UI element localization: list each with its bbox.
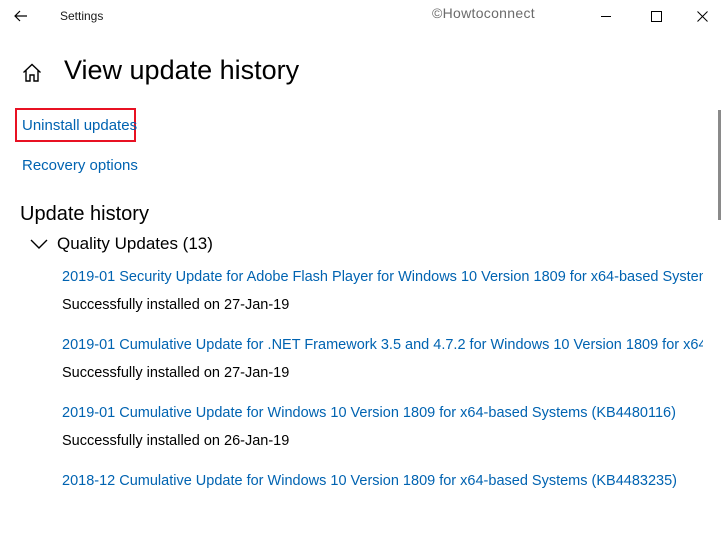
- list-item: 2019-01 Cumulative Update for .NET Frame…: [62, 335, 703, 403]
- update-status: Successfully installed on 26-Jan-19: [62, 433, 290, 449]
- list-item: 2019-01 Cumulative Update for Windows 10…: [62, 403, 703, 471]
- watermark: ©Howtoconnect: [432, 5, 535, 21]
- group-title: Quality Updates (13): [57, 234, 213, 253]
- update-status: Successfully installed on 27-Jan-19: [62, 297, 290, 313]
- chevron-down-icon: [30, 239, 48, 249]
- home-icon[interactable]: [20, 61, 44, 85]
- update-link[interactable]: 2018-12 Cumulative Update for Windows 10…: [62, 471, 703, 491]
- uninstall-updates-link[interactable]: Uninstall updates: [22, 117, 137, 134]
- section-title: Update history: [20, 203, 149, 225]
- maximize-button[interactable]: [633, 0, 679, 32]
- update-list: 2019-01 Security Update for Adobe Flash …: [62, 267, 703, 539]
- app-title: Settings: [60, 9, 104, 23]
- back-button[interactable]: [6, 2, 36, 30]
- scrollbar[interactable]: [718, 110, 721, 220]
- update-status: Successfully installed on 27-Jan-19: [62, 365, 290, 381]
- list-item: 2018-12 Cumulative Update for Windows 10…: [62, 471, 703, 539]
- back-arrow-icon: [14, 10, 27, 22]
- update-link[interactable]: 2019-01 Cumulative Update for Windows 10…: [62, 403, 703, 423]
- page-title: View update history: [64, 55, 300, 85]
- close-button[interactable]: [679, 0, 723, 32]
- quality-updates-group-header[interactable]: Quality Updates (13): [30, 233, 213, 255]
- title-bar: Settings ©Howtoconnect: [0, 0, 723, 32]
- close-icon: [696, 10, 708, 22]
- update-link[interactable]: 2019-01 Security Update for Adobe Flash …: [62, 267, 703, 287]
- update-status: [62, 499, 703, 519]
- minimize-button[interactable]: [583, 0, 629, 32]
- minimize-icon: [600, 15, 611, 17]
- list-item: 2019-01 Security Update for Adobe Flash …: [62, 267, 703, 335]
- maximize-icon: [650, 10, 662, 22]
- recovery-options-link[interactable]: Recovery options: [22, 157, 138, 174]
- update-link[interactable]: 2019-01 Cumulative Update for .NET Frame…: [62, 335, 703, 355]
